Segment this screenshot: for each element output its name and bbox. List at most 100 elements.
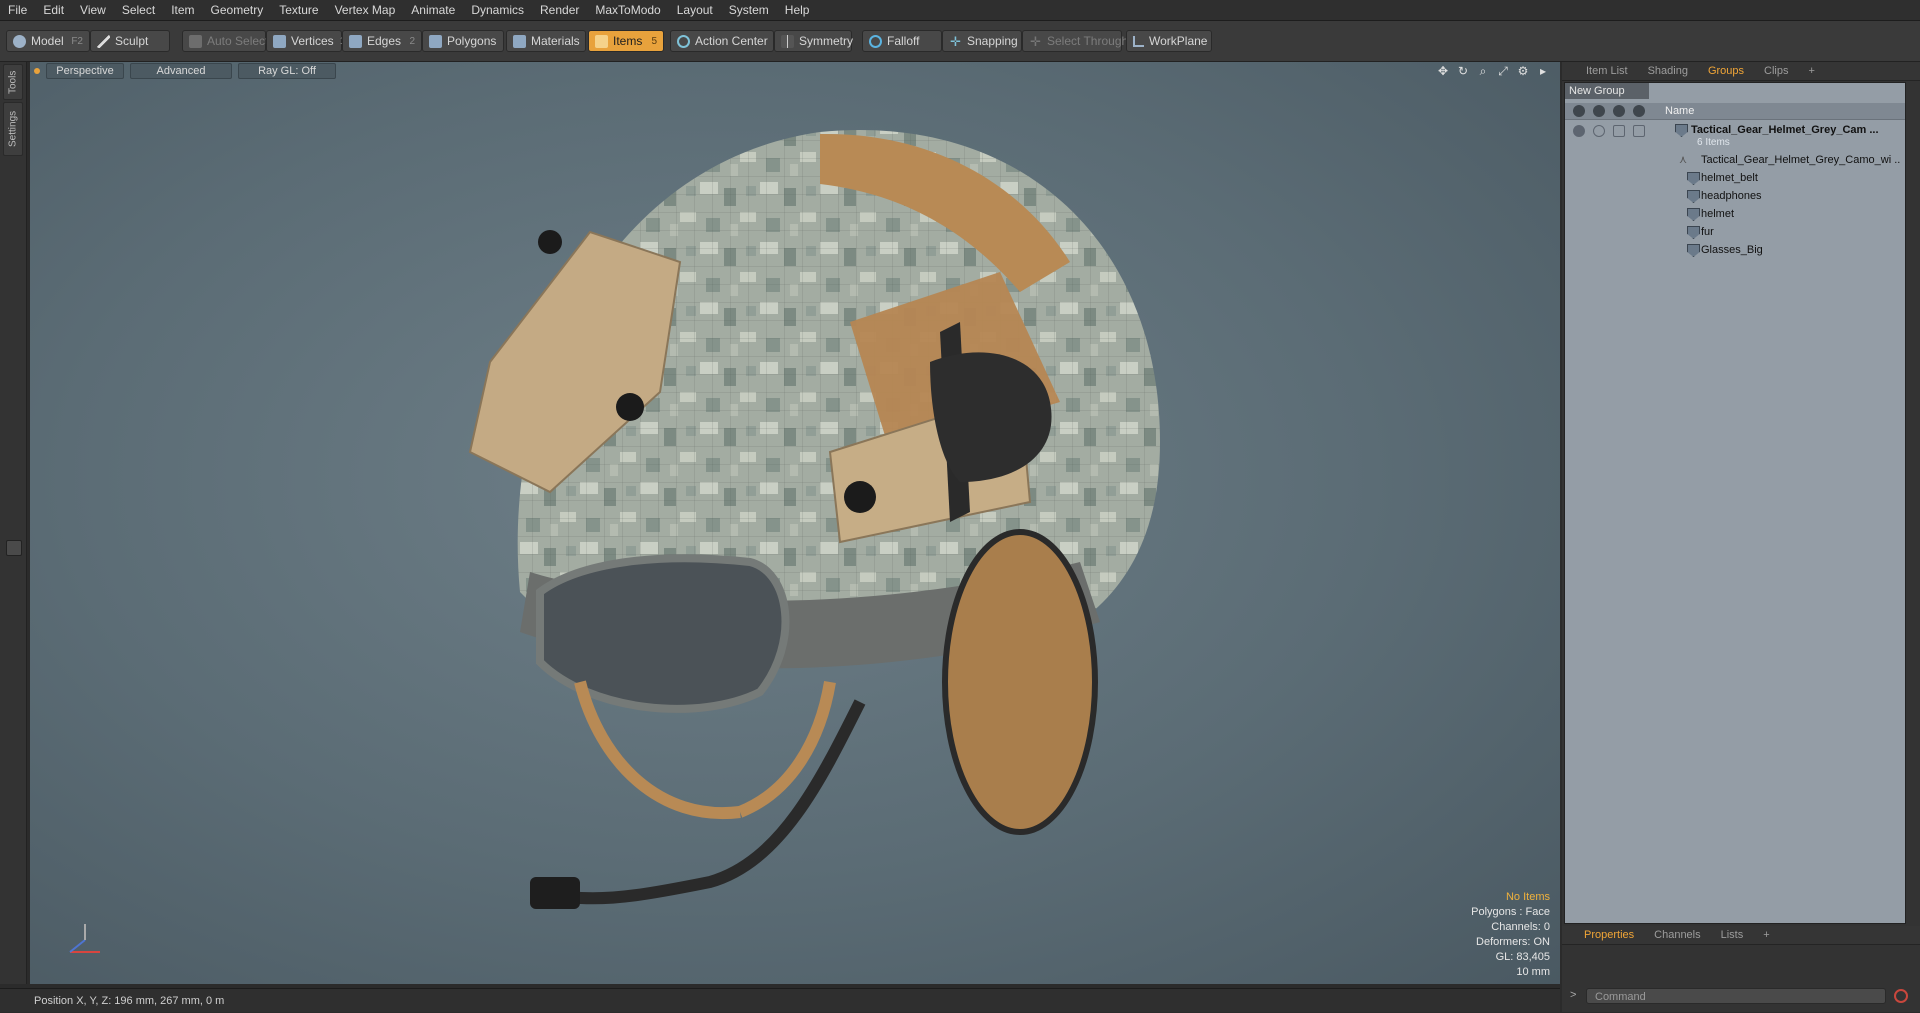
lock-column-icon[interactable] <box>1613 105 1625 117</box>
menu-dynamics[interactable]: Dynamics <box>463 0 532 20</box>
lock-toggle-icon[interactable] <box>1613 125 1625 137</box>
workplane-button[interactable]: WorkPlane <box>1126 30 1212 52</box>
menu-texture[interactable]: Texture <box>271 0 326 20</box>
snapping-button[interactable]: ✛ Snapping <box>942 30 1022 52</box>
select-through-button[interactable]: ✛ Select Through <box>1022 30 1128 52</box>
sculpt-label: Sculpt <box>115 34 149 48</box>
menu-render[interactable]: Render <box>532 0 587 20</box>
auto-select-button[interactable]: Auto Select <box>182 30 268 52</box>
new-group-button[interactable]: New Group <box>1565 83 1649 99</box>
menu-vertex-map[interactable]: Vertex Map <box>327 0 404 20</box>
materials-button[interactable]: Materials <box>506 30 586 52</box>
symmetry-label: Symmetry <box>799 34 853 48</box>
status-bar: Position X, Y, Z: 196 mm, 267 mm, 0 m <box>0 988 1560 1012</box>
helmet-model[interactable] <box>460 122 1280 962</box>
select-column-icon[interactable] <box>1633 105 1645 117</box>
action-center-icon <box>677 34 690 48</box>
edges-button[interactable]: Edges 2 <box>342 30 422 52</box>
auto-select-icon <box>189 34 202 48</box>
tab-channels[interactable]: Channels <box>1644 926 1710 944</box>
add-tab-button[interactable]: + <box>1798 62 1824 80</box>
shading-style-dropdown[interactable]: Advanced <box>130 63 232 79</box>
tools-tab[interactable]: Tools <box>3 64 23 100</box>
pan-icon[interactable]: ✥ <box>1436 64 1450 78</box>
tab-item-list[interactable]: Item List <box>1576 62 1638 80</box>
items-shortcut: 5 <box>651 35 657 47</box>
render-toggle-icon[interactable] <box>1593 125 1605 137</box>
eye-icon[interactable] <box>1573 125 1585 137</box>
menu-layout[interactable]: Layout <box>669 0 721 20</box>
mesh-instance-icon: ⋏ <box>1679 154 1688 166</box>
menu-maxtomodo[interactable]: MaxToModo <box>587 0 668 20</box>
sculpt-button[interactable]: Sculpt <box>90 30 170 52</box>
menu-bar: File Edit View Select Item Geometry Text… <box>0 0 1920 21</box>
items-icon <box>595 34 608 48</box>
tab-properties[interactable]: Properties <box>1574 926 1644 944</box>
view-dropdown[interactable]: Perspective <box>46 63 124 79</box>
tab-lists[interactable]: Lists <box>1711 926 1754 944</box>
menu-animate[interactable]: Animate <box>403 0 463 20</box>
zoom-icon[interactable]: ⌕ <box>1476 64 1490 78</box>
maximize-icon[interactable]: ⤢ <box>1496 64 1510 78</box>
item-label: fur <box>1701 226 1714 238</box>
gl-info: GL: 83,405 <box>1495 951 1550 963</box>
item-label: Glasses_Big <box>1701 244 1763 256</box>
render-column-icon[interactable] <box>1593 105 1605 117</box>
settings-tab[interactable]: Settings <box>3 102 23 156</box>
list-item[interactable]: helmet_belt <box>1565 169 1905 187</box>
tab-shading[interactable]: Shading <box>1638 62 1698 80</box>
symmetry-button[interactable]: Symmetry <box>774 30 853 52</box>
select-toggle-icon[interactable] <box>1633 125 1645 137</box>
group-row[interactable]: Tactical_Gear_Helmet_Grey_Cam ... 6 Item… <box>1565 121 1905 151</box>
falloff-label: Falloff <box>887 34 920 48</box>
tab-clips[interactable]: Clips <box>1754 62 1798 80</box>
record-icon[interactable] <box>1894 989 1908 1003</box>
action-center-label: Action Center <box>695 34 768 48</box>
item-label: Tactical_Gear_Helmet_Grey_Camo_wi ... <box>1701 154 1901 166</box>
panel-toggle-button[interactable] <box>6 540 22 556</box>
polygons-button[interactable]: Polygons <box>422 30 504 52</box>
mesh-icon <box>1687 244 1700 257</box>
rotate-icon[interactable]: ↻ <box>1456 64 1470 78</box>
item-label: helmet <box>1701 208 1735 220</box>
mesh-icon <box>1687 172 1700 185</box>
action-center-button[interactable]: Action Center <box>670 30 774 52</box>
model-shortcut: F2 <box>71 35 83 47</box>
list-item[interactable]: fur <box>1565 223 1905 241</box>
falloff-button[interactable]: Falloff <box>862 30 942 52</box>
model-button[interactable]: Model F2 <box>6 30 90 52</box>
list-item[interactable]: ⋏ Tactical_Gear_Helmet_Grey_Camo_wi ... <box>1565 151 1905 169</box>
menu-geometry[interactable]: Geometry <box>203 0 272 20</box>
viewport-header: Perspective Advanced Ray GL: Off ✥ ↻ ⌕ ⤢… <box>30 62 1560 80</box>
menu-select[interactable]: Select <box>114 0 163 20</box>
menu-file[interactable]: File <box>0 0 35 20</box>
menu-system[interactable]: System <box>721 0 777 20</box>
visibility-column-icon[interactable] <box>1573 105 1585 117</box>
menu-item[interactable]: Item <box>163 0 202 20</box>
list-item[interactable]: helmet <box>1565 205 1905 223</box>
menu-help[interactable]: Help <box>777 0 818 20</box>
expand-arrow-icon[interactable]: ▸ <box>1536 64 1550 78</box>
command-input[interactable]: Command <box>1586 988 1886 1004</box>
model-label: Model <box>31 34 64 48</box>
groups-column-header: Name <box>1565 103 1905 120</box>
tab-groups[interactable]: Groups <box>1698 62 1754 80</box>
falloff-icon <box>869 34 882 48</box>
mesh-icon <box>1687 226 1700 239</box>
list-item[interactable]: Glasses_Big <box>1565 241 1905 259</box>
item-label: headphones <box>1701 190 1762 202</box>
brush-icon <box>97 34 110 48</box>
menu-edit[interactable]: Edit <box>35 0 72 20</box>
items-button[interactable]: Items 5 <box>588 30 664 52</box>
add-tab-button[interactable]: + <box>1753 926 1779 944</box>
list-item[interactable]: headphones <box>1565 187 1905 205</box>
mesh-icon <box>1687 208 1700 221</box>
gear-icon[interactable]: ⚙ <box>1516 64 1530 78</box>
deformers-info: Deformers: ON <box>1476 936 1550 948</box>
3d-viewport[interactable]: Perspective Advanced Ray GL: Off ✥ ↻ ⌕ ⤢… <box>30 62 1560 984</box>
right-panel-tabs: Item List Shading Groups Clips + <box>1562 62 1920 81</box>
name-column-header: Name <box>1665 105 1695 117</box>
menu-view[interactable]: View <box>72 0 114 20</box>
raygl-dropdown[interactable]: Ray GL: Off <box>238 63 336 79</box>
vertices-button[interactable]: Vertices 1 <box>266 30 345 52</box>
